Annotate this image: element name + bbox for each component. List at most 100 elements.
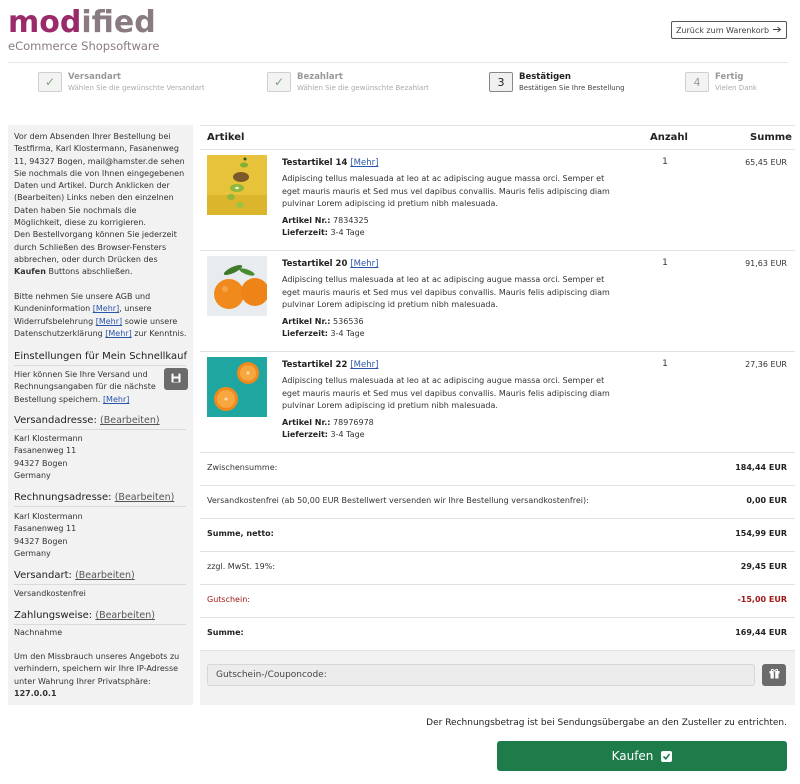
billing-address-label: Rechnungsadresse: — [14, 492, 112, 503]
step-payment[interactable]: ✓ Bezahlart Wählen Sie die gewünschte Be… — [267, 72, 429, 98]
product-quantity: 1 — [662, 258, 668, 268]
quickbuy-description: Hier können Sie Ihre Versand und Rechnun… — [14, 370, 156, 404]
product-quantity: 1 — [662, 157, 668, 167]
step-done: 4 Fertig Vielen Dank — [685, 72, 757, 98]
terms-link[interactable]: [Mehr] — [93, 304, 119, 313]
divider — [14, 584, 186, 585]
table-row: Testartikel 22 [Mehr] Adipiscing tellus … — [200, 351, 795, 452]
payment-method-heading: Zahlungsweise: (Bearbeiten) — [14, 610, 155, 621]
product-description: Adipiscing tellus malesuada at leo at ac… — [282, 376, 610, 410]
table-row: Testartikel 20 [Mehr] Adipiscing tellus … — [200, 250, 795, 351]
step-description: Wählen Sie die gewünschte Bezahlart — [297, 84, 429, 92]
subtotal-value: 184,44 EUR — [735, 463, 787, 472]
order-summary-table: Artikel Anzahl Summe Testartikel 14 [Meh… — [200, 125, 795, 705]
shipping-cost-label: Versandkostenfrei (ab 50,00 EUR Bestellw… — [207, 496, 589, 505]
grand-total-row: Summe: 169,44 EUR — [200, 617, 795, 650]
address-line: Karl Klostermann — [14, 512, 83, 521]
billing-address: Karl Klostermann Fasanenweg 11 94327 Bog… — [14, 511, 83, 560]
delivery-time: 3-4 Tage — [330, 228, 365, 237]
back-to-cart-button[interactable]: Zurück zum Warenkorb — [671, 21, 787, 39]
redeem-coupon-button[interactable] — [762, 664, 786, 686]
payment-method-value: Nachnahme — [14, 628, 63, 637]
product-price: 27,36 EUR — [745, 360, 787, 369]
shipping-method-heading: Versandart: (Bearbeiten) — [14, 570, 135, 581]
shipping-cost-value: 0,00 EUR — [746, 496, 787, 505]
shipping-address: Karl Klostermann Fasanenweg 11 94327 Bog… — [14, 433, 83, 482]
product-quantity: 1 — [662, 359, 668, 369]
table-row: Testartikel 14 [Mehr] Adipiscing tellus … — [200, 149, 795, 250]
coupon-section: Gutschein-/Couponcode: — [200, 651, 795, 705]
privacy-link[interactable]: [Mehr] — [105, 329, 131, 338]
product-more-link[interactable]: [Mehr] — [350, 259, 378, 269]
ip-address: 127.0.0.1 — [14, 688, 57, 698]
product-more-link[interactable]: [Mehr] — [350, 360, 378, 370]
step-number: 3 — [489, 72, 513, 92]
product-price: 65,45 EUR — [745, 158, 787, 167]
edit-billing-address-link[interactable]: (Bearbeiten) — [115, 492, 175, 503]
intro-text-part: Buttons abschließen. — [45, 267, 133, 277]
order-info-sidebar: Vor dem Absenden Ihrer Bestellung bei Te… — [8, 125, 193, 705]
ip-notice-text: Um den Missbrauch unseres Angebots zu ve… — [14, 652, 180, 686]
product-more-link[interactable]: [Mehr] — [350, 158, 378, 168]
shipping-method-label: Versandart: — [14, 570, 72, 581]
product-description: Adipiscing tellus malesuada at leo at ac… — [282, 174, 610, 208]
step-description: Bestätigen Sie Ihre Bestellung — [519, 84, 625, 92]
product-meta: Artikel Nr.: 78976978 Lieferzeit: 3-4 Ta… — [282, 417, 374, 441]
payment-note: Der Rechnungsbetrag ist bei Sendungsüber… — [426, 718, 787, 728]
product-image-kiwi[interactable] — [207, 155, 267, 215]
gift-icon — [769, 668, 780, 682]
product-image-orange-slices[interactable] — [207, 357, 267, 417]
voucher-label: Gutschein: — [207, 595, 250, 604]
column-header-article: Artikel — [207, 132, 245, 143]
edit-shipping-address-link[interactable]: (Bearbeiten) — [100, 415, 160, 426]
check-icon: ✓ — [38, 72, 62, 92]
back-to-cart-label: Zurück zum Warenkorb — [675, 25, 770, 35]
address-line: Fasanenweg 11 — [14, 524, 77, 534]
step-description: Wählen Sie die gewünschte Versandart — [68, 84, 205, 92]
divider — [14, 365, 186, 366]
net-total-value: 154,99 EUR — [735, 529, 787, 538]
ip-notice: Um den Missbrauch unseres Angebots zu ve… — [14, 651, 192, 700]
buy-button[interactable]: Kaufen — [497, 741, 787, 771]
step-shipping[interactable]: ✓ Versandart Wählen Sie die gewünschte V… — [38, 72, 205, 98]
address-line: Karl Klostermann — [14, 434, 83, 443]
product-image-oranges[interactable] — [207, 256, 269, 316]
quickbuy-more-link[interactable]: [Mehr] — [103, 395, 129, 404]
terms-text-part: zur Kenntnis. — [131, 328, 187, 338]
shipping-address-label: Versandadresse: — [14, 415, 97, 426]
article-number: 7834325 — [333, 216, 369, 225]
coupon-code-input[interactable]: Gutschein-/Couponcode: — [207, 664, 755, 686]
quickbuy-heading: Einstellungen für Mein Schnellkauf — [14, 351, 188, 362]
quickbuy-text: Hier können Sie Ihre Versand und Rechnun… — [14, 369, 162, 406]
divider — [200, 125, 795, 126]
product-meta: Artikel Nr.: 536536 Lieferzeit: 3-4 Tage — [282, 316, 365, 340]
product-name: Testartikel 14 — [282, 158, 348, 168]
delivery-time-label: Lieferzeit: — [282, 228, 328, 237]
checkbox-icon — [661, 750, 673, 762]
payment-method-label: Zahlungsweise: — [14, 610, 93, 621]
step-title: Fertig — [715, 72, 744, 82]
article-number: 536536 — [333, 317, 364, 326]
shipping-cost-row: Versandkostenfrei (ab 50,00 EUR Bestellw… — [200, 485, 795, 518]
delivery-time: 3-4 Tage — [330, 430, 365, 439]
address-line: 94327 Bogen — [14, 458, 68, 468]
logo-wordmark: modified — [8, 5, 156, 40]
delivery-time-label: Lieferzeit: — [282, 329, 328, 338]
article-number-label: Artikel Nr.: — [282, 216, 331, 225]
product-title: Testartikel 20 [Mehr] — [282, 259, 378, 269]
logo-subtitle: eCommerce Shopsoftware — [8, 39, 160, 53]
column-header-quantity: Anzahl — [650, 132, 688, 143]
product-title: Testartikel 14 [Mehr] — [282, 158, 378, 168]
address-line: 94327 Bogen — [14, 536, 68, 546]
withdrawal-link[interactable]: [Mehr] — [96, 317, 122, 326]
shop-logo[interactable]: modified eCommerce Shopsoftware — [8, 8, 168, 54]
edit-payment-method-link[interactable]: (Bearbeiten) — [95, 610, 155, 621]
edit-shipping-method-link[interactable]: (Bearbeiten) — [75, 570, 135, 581]
save-quickbuy-button[interactable] — [164, 368, 188, 390]
address-line: Germany — [14, 470, 51, 480]
buy-button-label: Kaufen — [611, 749, 654, 763]
step-title: Bezahlart — [297, 72, 343, 82]
column-header-sum: Summe — [750, 132, 792, 143]
step-number: 4 — [685, 72, 709, 92]
net-total-row: Summe, netto: 154,99 EUR — [200, 518, 795, 551]
